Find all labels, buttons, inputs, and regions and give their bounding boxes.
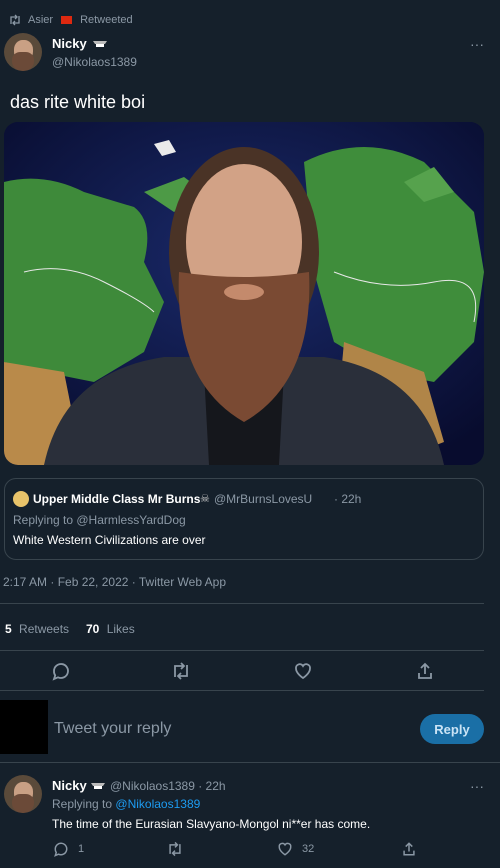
quote-replying-to: Replying to @HarmlessYardDog <box>13 513 186 527</box>
retweeter-name[interactable]: Asier <box>28 14 53 26</box>
divider <box>0 603 484 604</box>
tweet-timestamp[interactable]: 2:17 AM · Feb 22, 2022 · Twitter Web App <box>3 575 226 589</box>
retweets-count: 5 <box>5 622 12 636</box>
reply-input[interactable]: Tweet your reply <box>54 720 171 738</box>
likes-label: Likes <box>106 622 135 636</box>
skull-icon: ☠ <box>200 493 210 505</box>
divider <box>0 650 484 651</box>
quote-time: · 22h <box>334 492 362 506</box>
reply-like-action[interactable]: 32 <box>276 840 314 858</box>
emoji-icon <box>90 780 106 790</box>
reply-count: 1 <box>78 843 85 855</box>
divider <box>0 690 484 691</box>
replying-handle[interactable]: @Nikolaos1389 <box>115 797 200 811</box>
quote-author-avatar[interactable] <box>13 491 29 507</box>
like-icon[interactable] <box>292 660 314 682</box>
reply-replying-to: Replying to @Nikolaos1389 <box>52 797 200 811</box>
author-handle[interactable]: @Nikolaos1389 <box>52 55 137 69</box>
replying-prefix: Replying to <box>52 797 113 811</box>
reply-button[interactable]: Reply <box>420 714 484 744</box>
retweets-label: Retweets <box>19 622 70 636</box>
quote-text: White Western Civilizations are over <box>13 533 206 547</box>
share-icon[interactable] <box>414 660 436 682</box>
retweets-stat[interactable]: 5 Retweets <box>5 622 69 636</box>
quote-author-handle[interactable]: @MrBurnsLovesU <box>214 492 312 506</box>
reply-icon <box>52 840 70 858</box>
likes-count: 70 <box>86 622 100 636</box>
divider <box>0 762 500 763</box>
likes-stat[interactable]: 70 Likes <box>86 622 135 636</box>
like-icon <box>276 840 294 858</box>
retweet-indicator: Asier Retweeted <box>8 10 133 30</box>
like-count: 32 <box>302 843 315 855</box>
retweet-label: Retweeted <box>80 14 133 26</box>
author-avatar[interactable] <box>4 33 42 71</box>
tweet-image[interactable] <box>4 122 484 465</box>
current-user-avatar <box>0 700 48 754</box>
retweet-icon <box>8 14 22 26</box>
reply-icon[interactable] <box>50 660 72 682</box>
reply-author-name[interactable]: Nicky <box>52 778 87 793</box>
emoji-icon <box>92 38 108 48</box>
tweet-text: das rite white boi <box>10 92 146 112</box>
more-options-icon[interactable]: ··· <box>470 36 484 52</box>
map-portrait-illustration <box>4 122 484 465</box>
reply-reply-action[interactable]: 1 <box>52 840 84 858</box>
quote-author-name[interactable]: Upper Middle Class Mr Burns <box>33 492 200 506</box>
reply-author-handle[interactable]: @Nikolaos1389 · 22h <box>110 779 226 793</box>
author-name[interactable]: Nicky <box>52 36 87 51</box>
reply-author-avatar[interactable] <box>4 775 42 813</box>
reply-text: The time of the Eurasian Slavyano-Mongol… <box>52 817 371 831</box>
china-flag-icon <box>61 16 73 24</box>
share-icon[interactable] <box>400 840 418 858</box>
retweet-icon[interactable] <box>170 660 192 682</box>
more-options-icon[interactable]: ··· <box>470 778 484 794</box>
retweet-icon[interactable] <box>166 840 184 858</box>
